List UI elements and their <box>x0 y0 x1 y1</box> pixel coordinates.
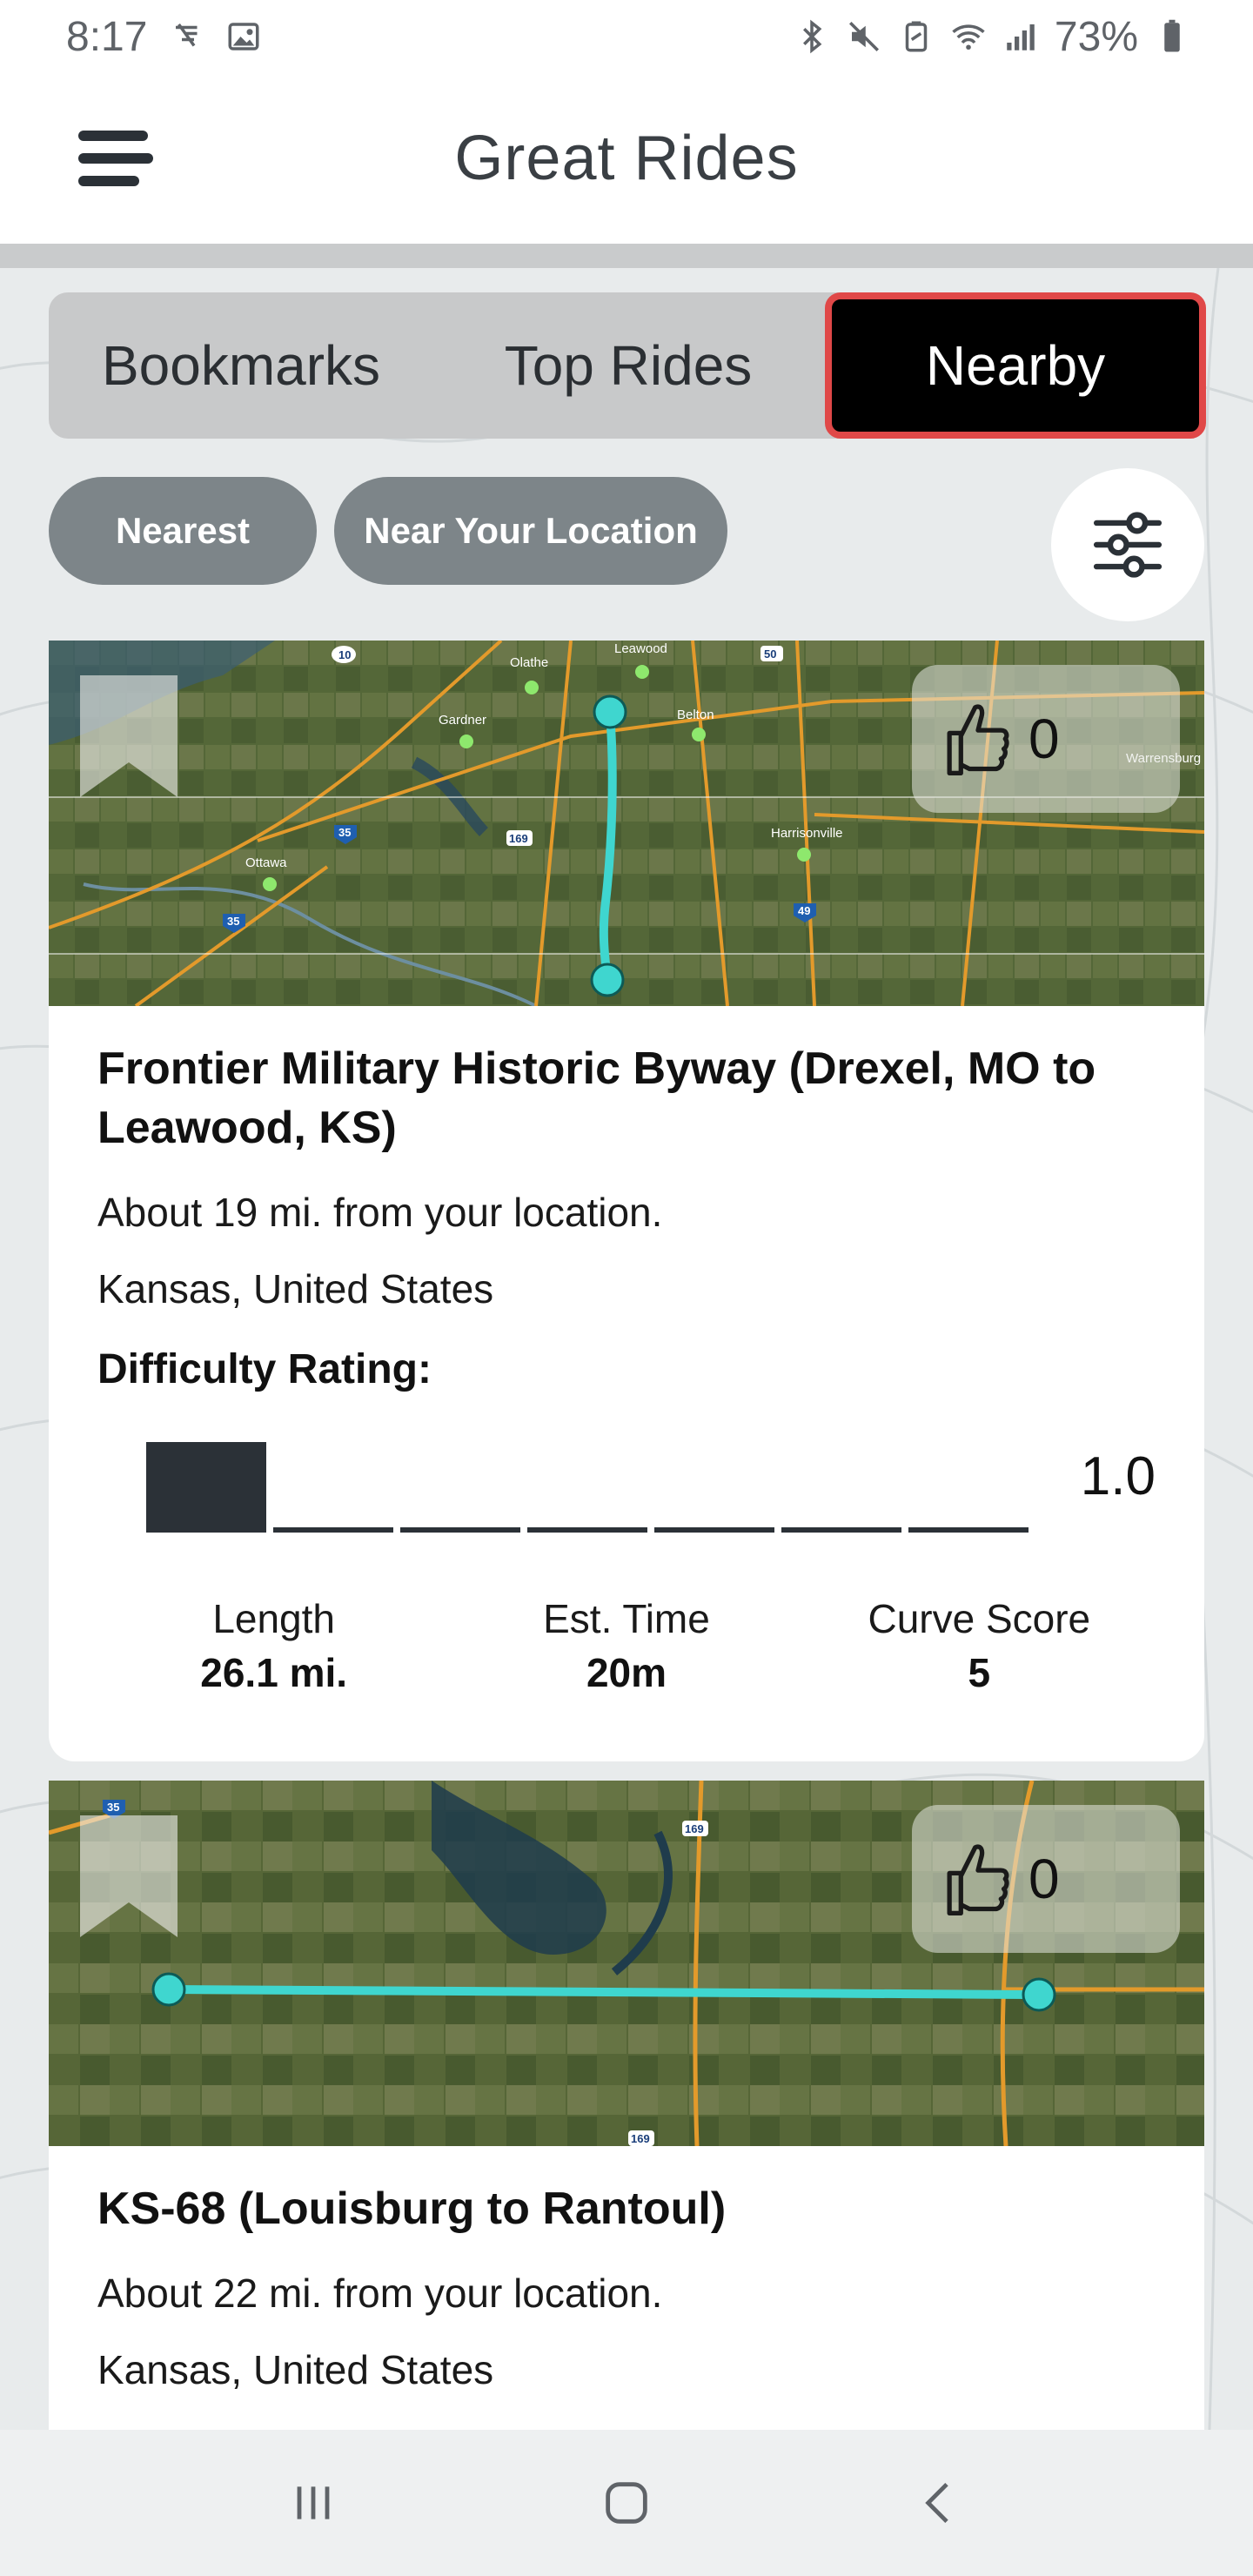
map-label: 50 <box>764 647 776 661</box>
map-label: 49 <box>798 904 810 917</box>
battery-icon <box>1154 18 1190 55</box>
like-count: 0 <box>1029 708 1060 770</box>
ride-map[interactable]: 35 169 169 0 <box>49 1781 1204 2146</box>
system-nav-bar <box>0 2430 1253 2576</box>
stat-value: 20m <box>586 1650 667 1695</box>
difficulty-label: Difficulty Rating: <box>97 1346 432 1392</box>
stat-value: 26.1 mi. <box>200 1650 348 1695</box>
nearest-filter-chip[interactable]: Nearest <box>49 477 317 585</box>
back-icon[interactable] <box>888 2451 992 2555</box>
stat-length: Length 26.1 mi. <box>97 1595 450 1696</box>
content-area[interactable]: Bookmarks Top Rides Nearby Nearest Near … <box>0 268 1253 2430</box>
tab-bar: Bookmarks Top Rides Nearby <box>49 292 1206 439</box>
map-label: Gardner <box>439 713 486 728</box>
map-label: 35 <box>227 915 239 928</box>
home-icon[interactable] <box>574 2451 679 2555</box>
bookmark-icon[interactable] <box>80 1815 178 1937</box>
difficulty-segment-empty <box>273 1527 393 1533</box>
stat-label: Est. Time <box>543 1596 710 1641</box>
status-bar: 8:17 73% <box>0 0 1253 73</box>
app-bar: Great Rides <box>0 73 1253 244</box>
bookmark-icon[interactable] <box>80 675 178 797</box>
thumbs-up-icon <box>947 1844 1009 1916</box>
difficulty-segment-empty <box>654 1527 774 1533</box>
ride-map[interactable]: Olathe Leawood Gardner Belton Harrisonvi… <box>49 641 1204 1006</box>
map-label: Leawood <box>614 641 667 656</box>
map-label: 169 <box>631 2132 650 2145</box>
map-label: 35 <box>107 1801 119 1814</box>
map-label: Harrisonville <box>771 826 843 841</box>
image-icon <box>225 18 262 55</box>
map-label: 169 <box>509 832 528 845</box>
mute-icon <box>846 18 882 55</box>
ride-card[interactable]: Olathe Leawood Gardner Belton Harrisonvi… <box>49 641 1204 1761</box>
like-button[interactable]: 0 <box>912 665 1180 813</box>
difficulty-rating-bar: 1.0 <box>97 1425 1156 1546</box>
battery-percent: 73% <box>1054 13 1138 60</box>
map-label: Belton <box>677 708 714 722</box>
ride-distance: About 22 mi. from your location. <box>97 2271 663 2316</box>
near-location-filter-chip[interactable]: Near Your Location <box>334 477 727 585</box>
stat-label: Length <box>212 1596 336 1641</box>
tab-bookmarks[interactable]: Bookmarks <box>49 292 433 439</box>
ride-region: Kansas, United States <box>97 1266 494 1311</box>
ride-title[interactable]: Frontier Military Historic Byway (Drexel… <box>97 1039 1156 1157</box>
recents-icon[interactable] <box>261 2451 365 2555</box>
bluetooth-icon <box>794 18 830 55</box>
map-label: Ottawa <box>245 855 287 870</box>
ride-region: Kansas, United States <box>97 2347 494 2392</box>
map-label: 35 <box>338 826 351 839</box>
difficulty-segment-filled <box>146 1442 266 1533</box>
ride-title[interactable]: KS-68 (Louisburg to Rantoul) <box>97 2179 1156 2238</box>
tab-nearby[interactable]: Nearby <box>825 292 1206 439</box>
ride-distance: About 19 mi. from your location. <box>97 1190 663 1235</box>
ride-stats: Length 26.1 mi. Est. Time 20m Curve Scor… <box>97 1595 1156 1696</box>
cell-signal-icon <box>1002 18 1039 55</box>
difficulty-segment-empty <box>781 1527 901 1533</box>
stat-curve-score: Curve Score 5 <box>803 1595 1156 1696</box>
page-title: Great Rides <box>454 124 799 193</box>
map-label: Olathe <box>510 655 548 670</box>
like-button[interactable]: 0 <box>912 1805 1180 1953</box>
map-label: 169 <box>685 1822 704 1835</box>
battery-saver-icon <box>898 18 935 55</box>
difficulty-segment-empty <box>908 1527 1029 1533</box>
tab-top-rides[interactable]: Top Rides <box>433 292 823 439</box>
difficulty-segment-empty <box>527 1527 647 1533</box>
app-bar-divider <box>0 244 1253 268</box>
map-label: 10 <box>338 648 351 661</box>
difficulty-segment-empty <box>400 1527 520 1533</box>
stat-label: Curve Score <box>868 1596 1091 1641</box>
sliders-icon <box>1093 512 1163 578</box>
difficulty-value: 1.0 <box>1080 1446 1156 1506</box>
menu-icon[interactable] <box>78 125 157 191</box>
stat-est-time: Est. Time 20m <box>450 1595 802 1696</box>
wifi-icon <box>950 18 987 55</box>
like-count: 0 <box>1029 1848 1060 1910</box>
signal-calendar-icon <box>170 18 206 55</box>
thumbs-up-icon <box>947 704 1009 776</box>
stat-value: 5 <box>968 1650 991 1695</box>
status-time: 8:17 <box>66 13 148 60</box>
ride-card[interactable]: 35 169 169 0 KS-68 (Louisburg to Rantoul… <box>49 1781 1204 2430</box>
filter-settings-button[interactable] <box>1051 468 1204 621</box>
